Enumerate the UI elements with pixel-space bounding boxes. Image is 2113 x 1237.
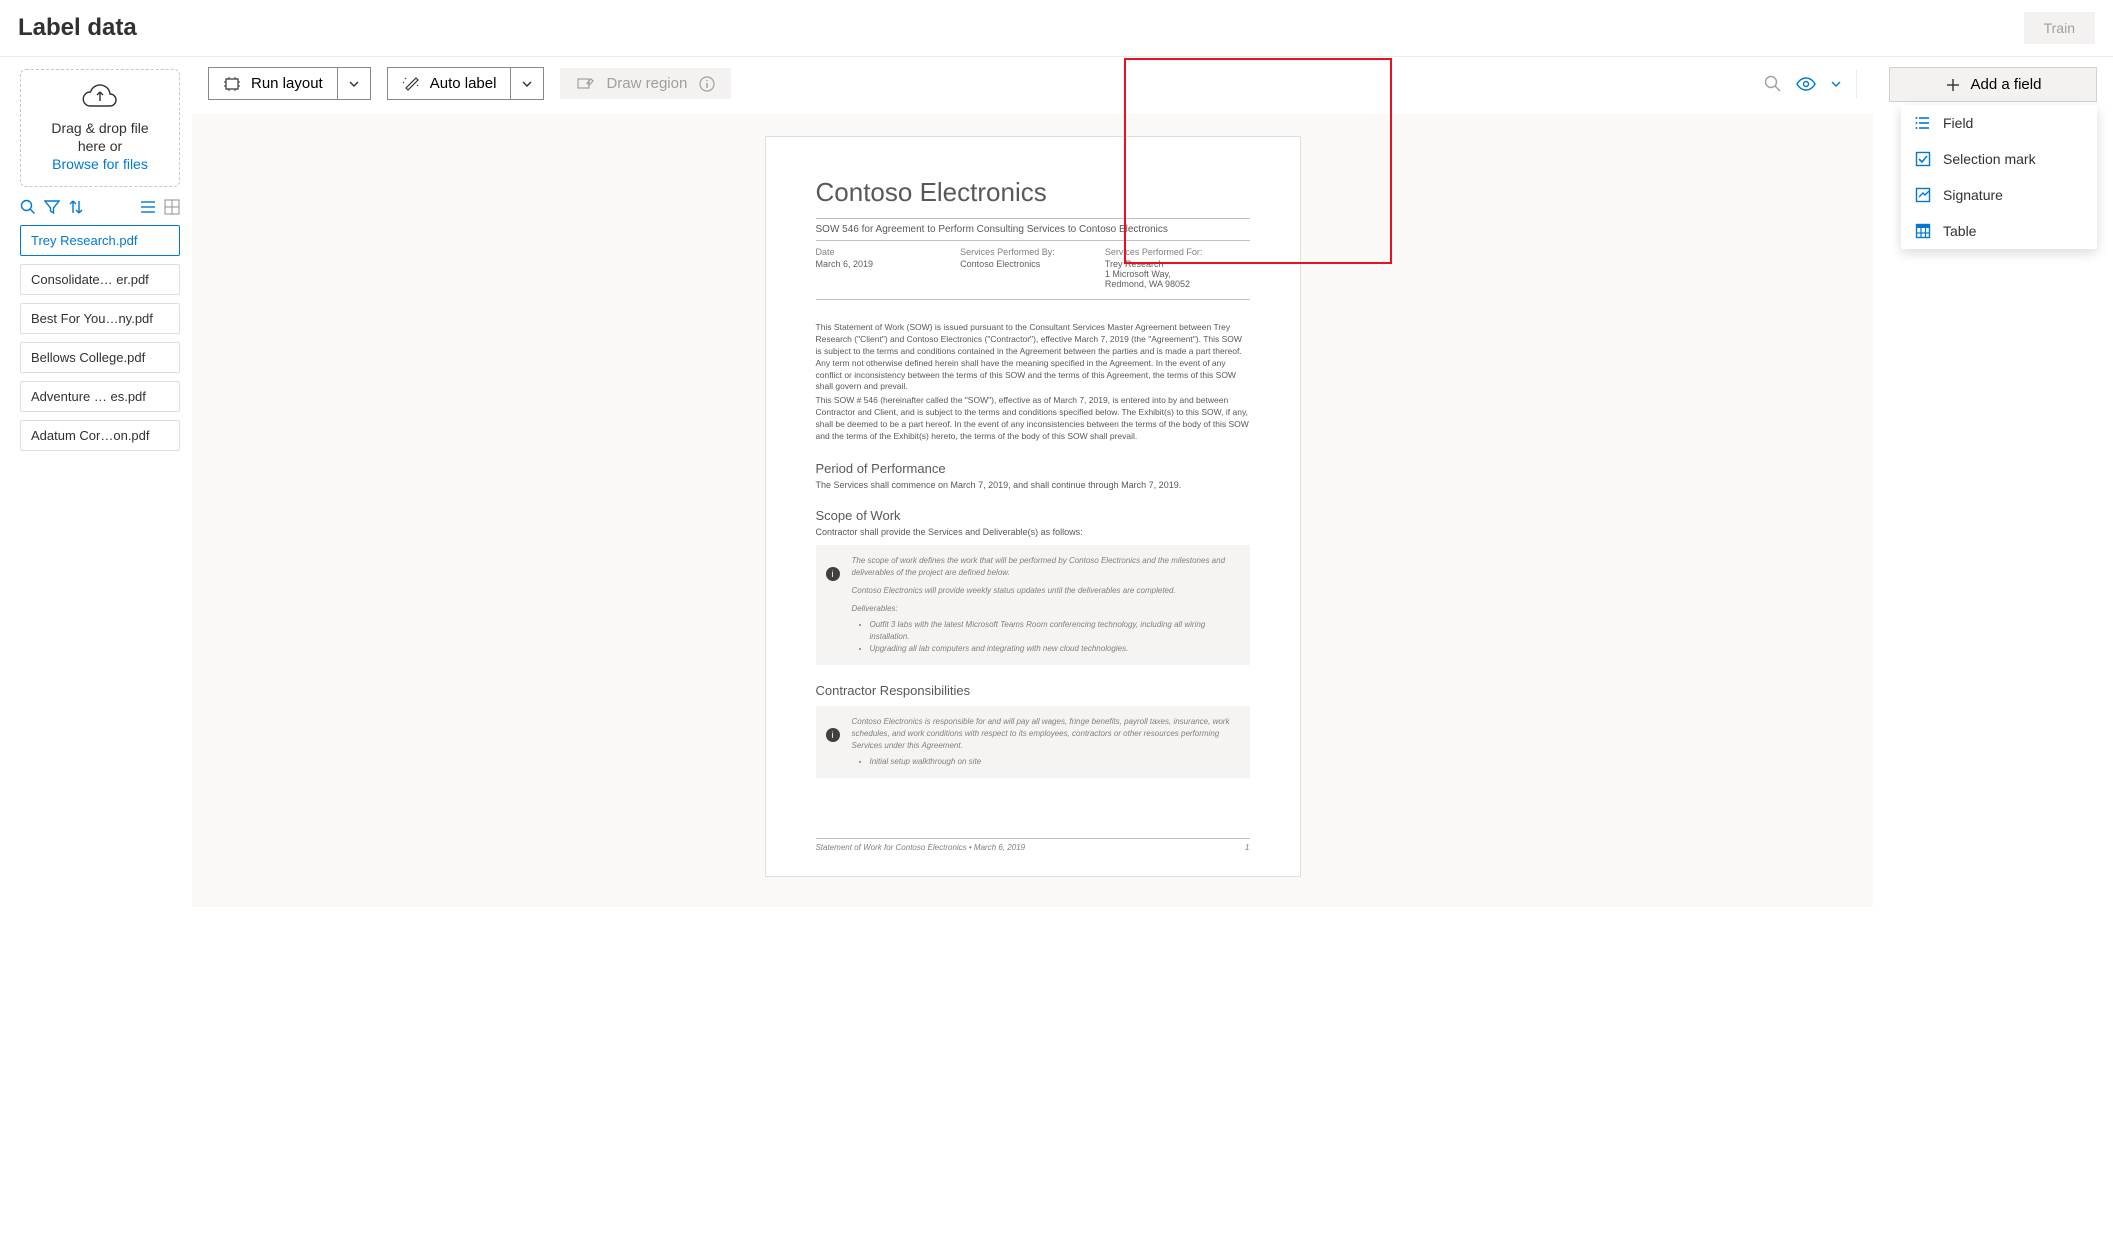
meta-for-label: Services Performed For: bbox=[1105, 247, 1250, 257]
meta-for-value3: Redmond, WA 98052 bbox=[1105, 279, 1250, 289]
dropdown-table[interactable]: Table bbox=[1901, 213, 2097, 249]
auto-label-chevron[interactable] bbox=[511, 67, 544, 100]
dropdown-field-label: Field bbox=[1943, 115, 1973, 131]
grid-view-icon[interactable] bbox=[164, 199, 180, 215]
footer-right: 1 bbox=[1245, 843, 1249, 852]
doc-period-heading: Period of Performance bbox=[816, 461, 1250, 476]
fields-pane: Add a field Field Selection mark Signatu… bbox=[1873, 57, 2113, 907]
list-view-icon[interactable] bbox=[140, 199, 156, 215]
file-item[interactable]: Adatum Cor…on.pdf bbox=[20, 420, 180, 451]
meta-for-value1: Trey Research bbox=[1105, 259, 1250, 269]
callout1-b2: Upgrading all lab computers and integrat… bbox=[870, 643, 1236, 655]
run-layout-label: Run layout bbox=[251, 75, 323, 92]
doc-sow: SOW 546 for Agreement to Perform Consult… bbox=[816, 218, 1250, 241]
sort-icon[interactable] bbox=[68, 199, 84, 215]
meta-date-label: Date bbox=[816, 247, 961, 257]
toolbar-separator bbox=[1856, 70, 1857, 98]
dropdown-field[interactable]: Field bbox=[1901, 105, 2097, 141]
table-icon bbox=[1915, 223, 1931, 239]
filter-icon[interactable] bbox=[44, 199, 60, 215]
run-layout-chevron[interactable] bbox=[338, 67, 371, 100]
auto-label-button[interactable]: Auto label bbox=[387, 67, 512, 100]
doc-para2: This SOW # 546 (hereinafter called the "… bbox=[816, 395, 1250, 443]
doc-scope-text: Contractor shall provide the Services an… bbox=[816, 527, 1250, 537]
add-field-button[interactable]: Add a field bbox=[1889, 67, 2097, 102]
add-field-label: Add a field bbox=[1971, 76, 2042, 93]
page-header: Label data Train bbox=[0, 0, 2113, 56]
chevron-down-icon bbox=[348, 78, 360, 90]
dropzone-text2: here or bbox=[29, 137, 171, 155]
document-viewport[interactable]: Contoso Electronics SOW 546 for Agreemen… bbox=[192, 114, 1873, 907]
file-item[interactable]: Consolidate… er.pdf bbox=[20, 264, 180, 295]
auto-label-text: Auto label bbox=[430, 75, 497, 92]
field-type-dropdown: Field Selection mark Signature Table bbox=[1901, 105, 2097, 249]
doc-period-text: The Services shall commence on March 7, … bbox=[816, 480, 1250, 490]
doc-footer: Statement of Work for Contoso Electronic… bbox=[816, 838, 1250, 852]
callout1-l3: Deliverables: bbox=[852, 603, 1236, 615]
dropdown-signature[interactable]: Signature bbox=[1901, 177, 2097, 213]
callout2-b1: Initial setup walkthrough on site bbox=[870, 756, 1236, 768]
draw-region-label: Draw region bbox=[606, 75, 687, 92]
content-area: Run layout Auto label Draw region bbox=[192, 57, 1873, 907]
content-toolbar: Run layout Auto label Draw region bbox=[192, 57, 1873, 114]
meta-for-value2: 1 Microsoft Way, bbox=[1105, 269, 1250, 279]
meta-by-value: Contoso Electronics bbox=[960, 259, 1105, 269]
chevron-down-icon[interactable] bbox=[1830, 78, 1842, 90]
dropdown-signature-label: Signature bbox=[1943, 187, 2003, 203]
file-item[interactable]: Best For You…ny.pdf bbox=[20, 303, 180, 334]
doc-title: Contoso Electronics bbox=[816, 177, 1250, 208]
doc-scope-heading: Scope of Work bbox=[816, 508, 1250, 523]
file-item[interactable]: Trey Research.pdf bbox=[20, 225, 180, 256]
dropdown-selection-mark[interactable]: Selection mark bbox=[1901, 141, 2097, 177]
doc-callout1: i The scope of work defines the work tha… bbox=[816, 545, 1250, 665]
dropdown-table-label: Table bbox=[1943, 223, 1976, 239]
callout2-l1: Contoso Electronics is responsible for a… bbox=[852, 716, 1236, 752]
doc-callout2: i Contoso Electronics is responsible for… bbox=[816, 706, 1250, 778]
train-button[interactable]: Train bbox=[2024, 12, 2095, 44]
upload-cloud-icon bbox=[82, 84, 118, 110]
callout1-l2: Contoso Electronics will provide weekly … bbox=[852, 585, 1236, 597]
file-list: Trey Research.pdf Consolidate… er.pdf Be… bbox=[20, 225, 180, 451]
wand-icon bbox=[402, 76, 420, 92]
sidebar-toolbar bbox=[20, 199, 180, 215]
page-title: Label data bbox=[18, 14, 137, 42]
sidebar: Drag & drop file here or Browse for file… bbox=[0, 57, 192, 907]
info-circle-icon: i bbox=[826, 728, 840, 742]
draw-region-icon bbox=[576, 76, 594, 92]
dropdown-selection-mark-label: Selection mark bbox=[1943, 151, 2036, 167]
doc-para1: This Statement of Work (SOW) is issued p… bbox=[816, 322, 1250, 393]
callout1-b1: Outfit 3 labs with the latest Microsoft … bbox=[870, 619, 1236, 643]
dropzone-text1: Drag & drop file bbox=[29, 119, 171, 137]
draw-region-button: Draw region bbox=[560, 68, 731, 99]
info-icon bbox=[699, 76, 715, 92]
document-page: Contoso Electronics SOW 546 for Agreemen… bbox=[765, 136, 1301, 877]
search-icon[interactable] bbox=[20, 199, 36, 215]
meta-by-label: Services Performed By: bbox=[960, 247, 1105, 257]
file-item[interactable]: Bellows College.pdf bbox=[20, 342, 180, 373]
selection-mark-icon bbox=[1915, 151, 1931, 167]
doc-resp-heading: Contractor Responsibilities bbox=[816, 683, 1250, 698]
footer-left: Statement of Work for Contoso Electronic… bbox=[816, 843, 1026, 852]
doc-meta: Date March 6, 2019 Services Performed By… bbox=[816, 247, 1250, 300]
plus-icon bbox=[1945, 77, 1961, 93]
run-layout-button[interactable]: Run layout bbox=[208, 67, 338, 100]
field-icon bbox=[1915, 115, 1931, 131]
eye-icon[interactable] bbox=[1796, 77, 1816, 91]
signature-icon bbox=[1915, 187, 1931, 203]
chevron-down-icon bbox=[521, 78, 533, 90]
file-dropzone[interactable]: Drag & drop file here or Browse for file… bbox=[20, 69, 180, 187]
zoom-icon[interactable] bbox=[1764, 75, 1782, 93]
file-item[interactable]: Adventure … es.pdf bbox=[20, 381, 180, 412]
browse-files-link[interactable]: Browse for files bbox=[29, 155, 171, 173]
callout1-l1: The scope of work defines the work that … bbox=[852, 555, 1236, 579]
layout-icon bbox=[223, 76, 241, 92]
info-circle-icon: i bbox=[826, 567, 840, 581]
meta-date-value: March 6, 2019 bbox=[816, 259, 961, 269]
